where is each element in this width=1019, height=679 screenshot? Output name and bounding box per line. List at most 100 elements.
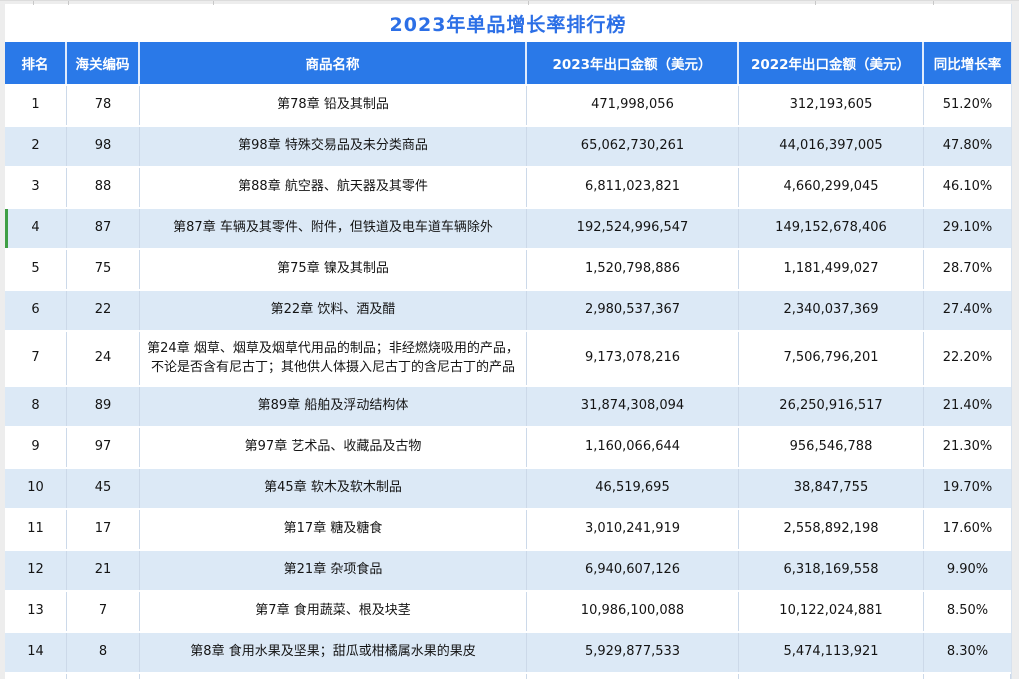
cell-growth[interactable]: 28.70% bbox=[924, 250, 1011, 289]
cell-hs_code[interactable]: 22 bbox=[67, 291, 140, 330]
cell-name[interactable]: 第75章 镍及其制品 bbox=[140, 250, 527, 289]
cell-amount_2022[interactable]: 956,546,788 bbox=[739, 428, 924, 467]
cell-amount_2023[interactable]: 46,519,695 bbox=[527, 469, 739, 508]
cell-growth[interactable]: 21.30% bbox=[924, 428, 1011, 467]
cell-hs_code[interactable]: 21 bbox=[67, 551, 140, 590]
table-row: 388第88章 航空器、航天器及其零件6,811,023,8214,660,29… bbox=[5, 168, 1011, 209]
cell-rank[interactable]: 2 bbox=[5, 127, 67, 166]
cell-amount_2023[interactable]: 192,524,996,547 bbox=[527, 209, 739, 248]
table-header-row: 排名海关编码商品名称2023年出口金额（美元）2022年出口金额（美元）同比增长… bbox=[5, 42, 1011, 86]
cell-hs_code[interactable]: 89 bbox=[67, 387, 140, 426]
cell-growth[interactable]: 29.10% bbox=[924, 209, 1011, 248]
cell-amount_2022[interactable]: 2,340,037,369 bbox=[739, 291, 924, 330]
cell-hs_code[interactable]: 98 bbox=[67, 127, 140, 166]
table-row: 724第24章 烟草、烟草及烟草代用品的制品；非经燃烧吸用的产品，不论是否含有尼… bbox=[5, 332, 1011, 387]
cell-name[interactable]: 第88章 航空器、航天器及其零件 bbox=[140, 168, 527, 207]
cell-rank[interactable]: 6 bbox=[5, 291, 67, 330]
table-row: 1045第45章 软木及软木制品46,519,69538,847,75519.7… bbox=[5, 469, 1011, 510]
cell-growth[interactable]: 17.60% bbox=[924, 510, 1011, 549]
cell-amount_2023[interactable]: 3,010,241,919 bbox=[527, 510, 739, 549]
column-header-name[interactable]: 商品名称 bbox=[140, 42, 527, 84]
cell-growth[interactable]: 21.40% bbox=[924, 387, 1011, 426]
cell-amount_2023[interactable]: 10,986,100,088 bbox=[527, 592, 739, 631]
cell-amount_2022[interactable]: 5,474,113,921 bbox=[739, 633, 924, 672]
cell-name[interactable]: 第7章 食用蔬菜、根及块茎 bbox=[140, 592, 527, 631]
cell-hs_code[interactable]: 17 bbox=[67, 510, 140, 549]
cell-rank[interactable]: 4 bbox=[5, 209, 67, 248]
cell-hs_code[interactable]: 97 bbox=[67, 428, 140, 467]
column-header-growth[interactable]: 同比增长率 bbox=[924, 42, 1011, 84]
cell-rank[interactable]: 5 bbox=[5, 250, 67, 289]
cell-amount_2022[interactable]: 26,250,916,517 bbox=[739, 387, 924, 426]
column-header-amount_2022[interactable]: 2022年出口金额（美元） bbox=[739, 42, 924, 84]
cell-amount_2022[interactable]: 4,660,299,045 bbox=[739, 168, 924, 207]
cell-rank[interactable]: 14 bbox=[5, 633, 67, 672]
cell-name[interactable]: 第98章 特殊交易品及未分类商品 bbox=[140, 127, 527, 166]
cell-rank[interactable]: 12 bbox=[5, 551, 67, 590]
table-row: 178第78章 铅及其制品471,998,056312,193,60551.20… bbox=[5, 86, 1011, 127]
cell-amount_2023[interactable]: 65,062,730,261 bbox=[527, 127, 739, 166]
cell-rank[interactable]: 10 bbox=[5, 469, 67, 508]
cell-name[interactable]: 第22章 饮料、酒及醋 bbox=[140, 291, 527, 330]
cell-amount_2023[interactable]: 6,811,023,821 bbox=[527, 168, 739, 207]
cell-name[interactable]: 第97章 艺术品、收藏品及古物 bbox=[140, 428, 527, 467]
cell-growth[interactable]: 27.40% bbox=[924, 291, 1011, 330]
cell-hs_code[interactable]: 88 bbox=[67, 168, 140, 207]
cell-hs_code[interactable]: 24 bbox=[67, 332, 140, 385]
cell-name[interactable]: 第89章 船舶及浮动结构体 bbox=[140, 387, 527, 426]
cell-amount_2022[interactable]: 2,558,892,198 bbox=[739, 510, 924, 549]
column-header-amount_2023[interactable]: 2023年出口金额（美元） bbox=[527, 42, 739, 84]
cell-name[interactable]: 第21章 杂项食品 bbox=[140, 551, 527, 590]
cell-amount_2023[interactable]: 1,160,066,644 bbox=[527, 428, 739, 467]
cell-amount_2023[interactable]: 9,173,078,216 bbox=[527, 332, 739, 385]
canvas-right-edge bbox=[1012, 0, 1019, 679]
gridline-stub bbox=[528, 1, 529, 5]
gridline-stub bbox=[933, 1, 934, 5]
column-header-rank[interactable]: 排名 bbox=[5, 42, 67, 84]
cell-name[interactable]: 第17章 糖及糖食 bbox=[140, 510, 527, 549]
cell-amount_2022[interactable]: 312,193,605 bbox=[739, 86, 924, 125]
cell-amount_2022[interactable]: 149,152,678,406 bbox=[739, 209, 924, 248]
cell-growth[interactable]: 19.70% bbox=[924, 469, 1011, 508]
cell-rank[interactable]: 8 bbox=[5, 387, 67, 426]
cell-amount_2023[interactable]: 5,929,877,533 bbox=[527, 633, 739, 672]
cell-hs_code[interactable]: 87 bbox=[67, 209, 140, 248]
cell-hs_code[interactable]: 8 bbox=[67, 633, 140, 672]
cell-rank[interactable]: 9 bbox=[5, 428, 67, 467]
cell-amount_2022[interactable]: 6,318,169,558 bbox=[739, 551, 924, 590]
cell-rank[interactable]: 1 bbox=[5, 86, 67, 125]
cell-name[interactable]: 第87章 车辆及其零件、附件，但铁道及电车道车辆除外 bbox=[140, 209, 527, 248]
cell-name[interactable]: 第45章 软木及软木制品 bbox=[140, 469, 527, 508]
cell-rank[interactable]: 3 bbox=[5, 168, 67, 207]
cell-amount_2023[interactable]: 2,980,537,367 bbox=[527, 291, 739, 330]
cell-name[interactable]: 第24章 烟草、烟草及烟草代用品的制品；非经燃烧吸用的产品，不论是否含有尼古丁；… bbox=[140, 332, 527, 385]
column-header-hs_code[interactable]: 海关编码 bbox=[67, 42, 140, 84]
cell-growth[interactable]: 9.90% bbox=[924, 551, 1011, 590]
cell-amount_2023[interactable]: 6,940,607,126 bbox=[527, 551, 739, 590]
cell-amount_2022[interactable]: 10,122,024,881 bbox=[739, 592, 924, 631]
cell-rank[interactable]: 7 bbox=[5, 332, 67, 385]
table-title-bar: 2023年单品增长率排行榜 bbox=[5, 4, 1011, 42]
cell-amount_2022[interactable]: 44,016,397,005 bbox=[739, 127, 924, 166]
cell-amount_2023[interactable]: 1,520,798,886 bbox=[527, 250, 739, 289]
gridline-stub bbox=[815, 1, 816, 5]
cell-rank[interactable]: 11 bbox=[5, 510, 67, 549]
cell-growth[interactable]: 47.80% bbox=[924, 127, 1011, 166]
cell-amount_2022[interactable]: 1,181,499,027 bbox=[739, 250, 924, 289]
cell-hs_code[interactable]: 75 bbox=[67, 250, 140, 289]
cell-rank[interactable]: 13 bbox=[5, 592, 67, 631]
cell-amount_2022[interactable]: 38,847,755 bbox=[739, 469, 924, 508]
cell-growth[interactable]: 51.20% bbox=[924, 86, 1011, 125]
cell-hs_code[interactable]: 45 bbox=[67, 469, 140, 508]
cell-name[interactable]: 第8章 食用水果及坚果；甜瓜或柑橘属水果的果皮 bbox=[140, 633, 527, 672]
cell-amount_2023[interactable]: 31,874,308,094 bbox=[527, 387, 739, 426]
cell-growth[interactable]: 46.10% bbox=[924, 168, 1011, 207]
cell-name[interactable]: 第78章 铅及其制品 bbox=[140, 86, 527, 125]
cell-amount_2023[interactable]: 471,998,056 bbox=[527, 86, 739, 125]
cell-hs_code[interactable]: 78 bbox=[67, 86, 140, 125]
cell-amount_2022[interactable]: 7,506,796,201 bbox=[739, 332, 924, 385]
cell-hs_code[interactable]: 7 bbox=[67, 592, 140, 631]
cell-growth[interactable]: 8.50% bbox=[924, 592, 1011, 631]
cell-growth[interactable]: 22.20% bbox=[924, 332, 1011, 385]
cell-growth[interactable]: 8.30% bbox=[924, 633, 1011, 672]
